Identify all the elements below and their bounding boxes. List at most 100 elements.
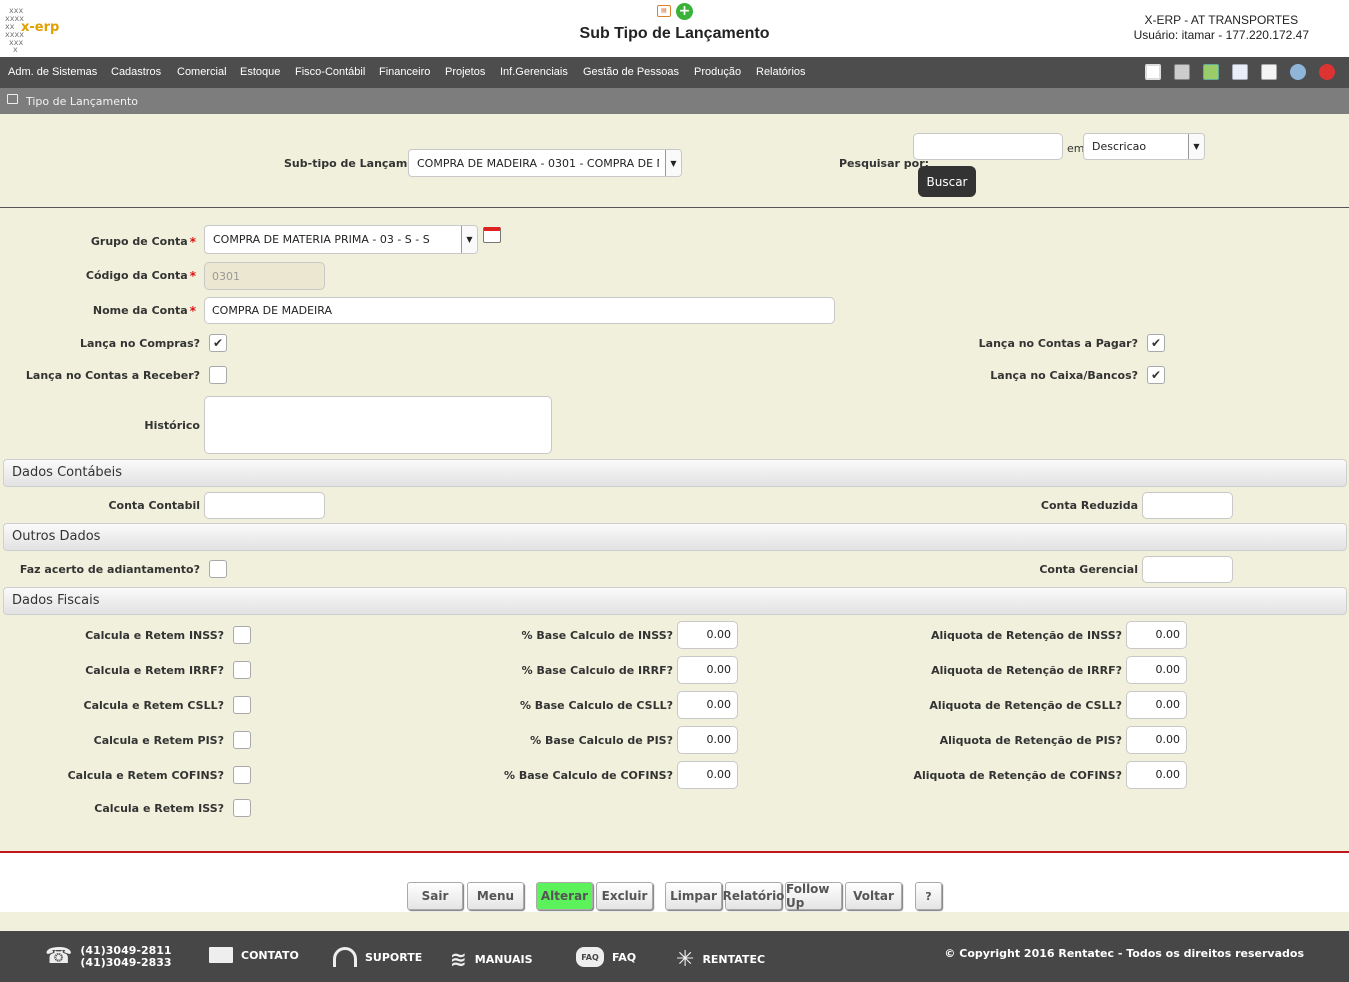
grupo-label: Grupo de Conta * [91,235,196,249]
add-icon[interactable]: + [676,3,693,20]
search-field-value: Descricao [1092,140,1147,153]
base-irrf-label: % Base Calculo de IRRF? [521,664,673,677]
base-irrf-field[interactable]: 0.00 [677,656,738,684]
footer-rentatec[interactable]: ✳ RENTATEC [676,947,765,972]
aliq-cofins-field[interactable]: 0.00 [1126,761,1187,789]
checkmark-icon: ✔ [1150,336,1162,350]
aliq-inss-field[interactable]: 0.00 [1126,621,1187,649]
menu-producao[interactable]: Produção [694,66,741,78]
base-csll-field[interactable]: 0.00 [677,691,738,719]
chevron-down-icon[interactable]: ▼ [665,150,681,176]
toolbar-icons [1145,64,1345,82]
section-dados-fiscais[interactable]: Dados Fiscais [3,587,1347,615]
power-icon[interactable] [1319,64,1335,80]
lanca-compras-checkbox[interactable]: ✔ [209,334,227,352]
limpar-button[interactable]: Limpar [665,882,722,910]
footer-faq[interactable]: FAQ FAQ [576,947,636,967]
chevron-down-icon[interactable]: ▼ [461,226,477,253]
base-inss-label: % Base Calculo de INSS? [521,629,673,642]
contato-label: CONTATO [241,948,299,962]
main-menu: Adm. de Sistemas Cadastros Comercial Est… [0,57,1349,88]
calc-irrf-label: Calcula e Retem IRRF? [85,664,224,677]
recycle-icon[interactable] [1203,64,1219,80]
aliq-irrf-label: Aliquota de Retenção de IRRF? [931,664,1122,677]
section-dados-contabeis[interactable]: Dados Contábeis [3,459,1347,487]
menu-financeiro[interactable]: Financeiro [379,66,430,78]
menu-fisco-contabil[interactable]: Fisco-Contábil [295,66,365,78]
follow-up-button[interactable]: Follow Up [785,882,842,910]
calc-csll-checkbox[interactable] [233,696,251,714]
lanca-pagar-checkbox[interactable]: ✔ [1147,334,1165,352]
acerto-checkbox[interactable] [209,560,227,578]
menu-cadastros[interactable]: Cadastros [111,66,161,78]
chevron-down-icon[interactable]: ▼ [1188,134,1204,159]
menu-adm-sistemas[interactable]: Adm. de Sistemas [8,66,97,78]
base-cofins-label: % Base Calculo de COFINS? [504,769,673,782]
menu-gestao-pessoas[interactable]: Gestão de Pessoas [583,66,679,78]
grupo-select[interactable]: COMPRA DE MATERIA PRIMA - 03 - S - S ▼ [204,225,478,254]
calc-cofins-label: Calcula e Retem COFINS? [67,769,224,782]
conta-reduzida-field[interactable] [1142,492,1233,519]
page-icon[interactable] [1261,64,1277,80]
footer-manuais[interactable]: ≋ MANUAIS [450,947,533,971]
relatorio-button[interactable]: Relatório [723,882,784,910]
calc-cofins-checkbox[interactable] [233,766,251,784]
menu-inf-gerenciais[interactable]: Inf.Gerenciais [500,66,568,78]
menu-comercial[interactable]: Comercial [177,66,227,78]
manuais-label: MANUAIS [474,952,533,966]
aliq-csll-field[interactable]: 0.00 [1126,691,1187,719]
calc-pis-checkbox[interactable] [233,731,251,749]
checkmark-icon: ✔ [212,336,224,350]
calc-inss-checkbox[interactable] [233,626,251,644]
base-cofins-field[interactable]: 0.00 [677,761,738,789]
logo-text: x-erp [21,20,59,35]
acerto-label: Faz acerto de adiantamento? [19,563,200,576]
menu-projetos[interactable]: Projetos [445,66,485,78]
help-button[interactable]: ? [915,882,942,910]
copyright: © Copyright 2016 Rentatec - Todos os dir… [944,947,1304,960]
base-pis-label: % Base Calculo de PIS? [530,734,673,747]
footer-contato[interactable]: CONTATO [209,947,299,963]
aliq-irrf-field[interactable]: 0.00 [1126,656,1187,684]
sair-button[interactable]: Sair [407,882,463,910]
breadcrumb[interactable]: Tipo de Lançamento [26,95,138,108]
search-input[interactable] [913,133,1063,160]
report-icon[interactable]: ▤ [657,5,671,17]
nome-field[interactable]: COMPRA DE MADEIRA [204,297,835,324]
section-outros-dados[interactable]: Outros Dados [3,523,1347,551]
aliq-pis-label: Aliquota de Retenção de PIS? [939,734,1122,747]
calendar-icon[interactable] [483,227,501,243]
headset-icon [333,947,357,967]
breadcrumb-bar: Tipo de Lançamento [0,88,1349,114]
search-field-select[interactable]: Descricao ▼ [1083,133,1205,160]
svg-text:x: x [13,45,18,52]
aliq-pis-field[interactable]: 0.00 [1126,726,1187,754]
lanca-caixa-checkbox[interactable]: ✔ [1147,366,1165,384]
buscar-button[interactable]: Buscar [918,166,976,197]
excluir-button[interactable]: Excluir [596,882,653,910]
base-inss-field[interactable]: 0.00 [677,621,738,649]
menu-estoque[interactable]: Estoque [240,66,280,78]
em-label: em [1067,142,1085,155]
codigo-field: 0301 [204,262,325,290]
historico-textarea[interactable] [204,396,552,454]
alterar-button[interactable]: Alterar [536,882,593,910]
subtype-select[interactable]: COMPRA DE MADEIRA - 0301 - COMPRA DE MAI… [408,149,682,177]
home-icon[interactable] [1145,64,1161,80]
lanca-receber-checkbox[interactable] [209,366,227,384]
required-mark: * [189,235,196,249]
voltar-button[interactable]: Voltar [845,882,902,910]
globe-icon[interactable] [1290,64,1306,80]
menu-button[interactable]: Menu [467,882,524,910]
menu-relatorios[interactable]: Relatórios [756,66,806,78]
conta-contabil-field[interactable] [204,492,325,519]
document-icon[interactable] [1232,64,1248,80]
calc-irrf-checkbox[interactable] [233,661,251,679]
footer-suporte[interactable]: SUPORTE [333,947,422,967]
conta-gerencial-label: Conta Gerencial [1039,563,1138,576]
codigo-label: Código da Conta * [86,269,196,283]
calc-iss-checkbox[interactable] [233,799,251,817]
building-icon[interactable] [1174,64,1190,80]
base-pis-field[interactable]: 0.00 [677,726,738,754]
conta-gerencial-field[interactable] [1142,556,1233,583]
